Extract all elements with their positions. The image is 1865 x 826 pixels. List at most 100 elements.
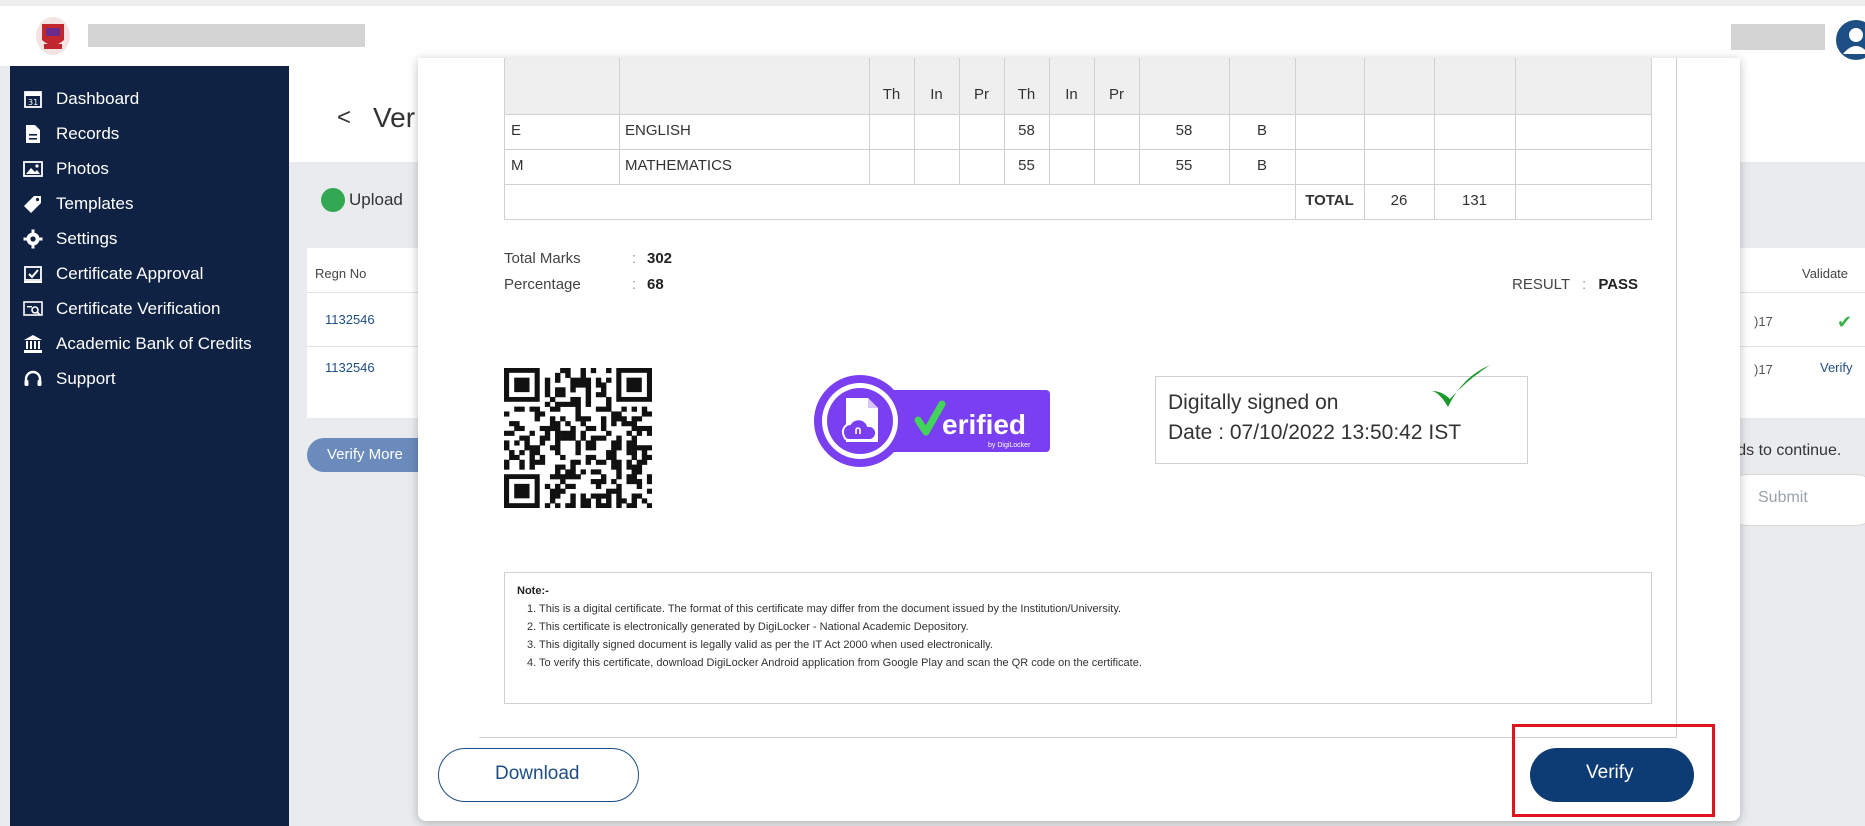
certificate-document: Th In Pr Th In Pr E ENGLISH 58 58 B M MA… [479,58,1677,738]
total-credits: 26 [1390,192,1408,209]
regn-no-cell[interactable]: 1132546 [325,360,375,375]
table-rule [619,58,620,184]
sidebar-item-photos[interactable]: Photos [10,154,289,184]
subject-grade: B [1256,122,1267,139]
upload-status-dot-icon [321,188,345,212]
sidebar-item-support[interactable]: Support [10,364,289,394]
result-value: PASS [1598,276,1639,293]
subhead-in: In [930,86,943,103]
subhead-pr: Pr [974,86,989,103]
year-cell: )17 [1754,314,1773,329]
table-rule [505,114,1651,115]
redacted-institution-name [88,24,365,47]
institution-logo-icon [36,17,70,55]
sidebar-item-certificate-verification[interactable]: Certificate Verification [10,294,289,324]
sidebar-item-settings[interactable]: Settings [10,224,289,254]
note-line: 2. This certificate is electronically ge… [527,621,969,633]
column-header-validate: Validate [1802,266,1849,281]
qr-code-icon [504,368,652,508]
gear-icon [22,228,44,250]
column-header-regn-no: Regn No [315,266,367,281]
colon-separator: : [1581,276,1587,293]
marks-table: Th In Pr Th In Pr E ENGLISH 58 58 B M MA… [504,58,1652,220]
sidebar-item-label: Certificate Approval [56,264,204,283]
subhead-in: In [1065,86,1078,103]
sidebar-item-label: Records [56,124,120,143]
download-button[interactable]: Download [438,748,639,802]
table-rule [1515,58,1516,219]
photo-icon [22,158,44,180]
upload-step-label: Upload [349,190,403,209]
sidebar: 31 Dashboard Records Photos Templates Se… [10,66,289,826]
subhead-th: Th [882,86,901,103]
verified-by-digilocker-badge-icon: erified by DigiLocker [814,375,1050,467]
signature-valid-check-icon [1432,365,1490,407]
subject-total: 55 [1175,157,1193,174]
top-header [0,0,1865,66]
total-marks-value: 302 [647,250,673,267]
theory-marks: 55 [1018,157,1035,174]
subject-total: 58 [1175,122,1193,139]
regn-no-cell[interactable]: 1132546 [325,312,375,327]
signed-date-text: Date : 07/10/2022 13:50:42 IST [1168,421,1462,444]
sidebar-item-academic-bank-of-credits[interactable]: Academic Bank of Credits [10,329,289,359]
sidebar-item-label: Settings [56,229,118,248]
percentage-value: 68 [647,276,664,293]
year-cell: )17 [1754,362,1773,377]
subject-code: E [511,122,522,139]
note-title: Note:- [517,585,549,597]
sidebar-item-label: Academic Bank of Credits [56,334,252,353]
note-line: 3. This digitally signed document is leg… [527,639,993,651]
submit-button[interactable]: Submit [1721,474,1865,526]
result-label: RESULT [1512,276,1570,293]
headset-icon [22,368,44,390]
table-rule [914,58,915,184]
verify-button-highlight [1512,724,1715,817]
colon-separator: : [632,276,637,293]
badge-subtext: by DigiLocker [988,442,1031,449]
subhead-th: Th [1017,86,1036,103]
verification-icon [22,298,44,320]
total-points: 131 [1461,192,1488,209]
total-marks-label: Total Marks [504,250,581,267]
subject-name: ENGLISH [625,122,691,139]
document-icon [22,123,44,145]
table-rule [505,219,1651,220]
tag-icon [22,193,44,215]
subject-code: M [511,157,524,174]
table-rule [1049,58,1050,184]
sidebar-item-records[interactable]: Records [10,119,289,149]
sidebar-item-label: Templates [56,194,134,213]
row-verify-link[interactable]: Verify [1820,360,1853,375]
note-line: 4. To verify this certificate, download … [527,657,1142,669]
calendar-icon: 31 [22,88,44,110]
badge-text: erified [942,409,1026,440]
colon-separator: : [632,250,637,267]
sidebar-item-certificate-approval[interactable]: Certificate Approval [10,259,289,289]
continue-instruction-text: ords to continue. [1723,442,1842,459]
signed-on-text: Digitally signed on [1168,391,1339,414]
sidebar-item-templates[interactable]: Templates [10,189,289,219]
digital-signature-box: Digitally signed on Date : 07/10/2022 13… [1155,365,1528,464]
back-chevron-icon[interactable]: < [337,104,351,132]
sidebar-item-dashboard[interactable]: 31 Dashboard [10,84,289,114]
table-rule [505,149,1651,150]
sidebar-item-label: Certificate Verification [56,299,221,318]
sidebar-item-label: Photos [56,159,109,178]
bank-icon [22,333,44,355]
redacted-user-name[interactable] [1731,24,1825,50]
table-rule [505,184,1651,185]
user-avatar-icon[interactable] [1836,20,1865,60]
percentage-label: Percentage [504,276,581,293]
page-title: Ver [373,102,416,133]
certificate-preview-modal: Th In Pr Th In Pr E ENGLISH 58 58 B M MA… [418,58,1740,821]
subject-name: MATHEMATICS [625,157,732,174]
sidebar-item-label: Support [56,369,116,388]
certificate-notes: Note:- 1. This is a digital certificate.… [504,572,1652,704]
result-line: RESULT : PASS [1512,276,1638,293]
table-rule [1094,58,1095,184]
subhead-pr: Pr [1109,86,1124,103]
validated-check-icon: ✔ [1837,312,1853,332]
note-line: 1. This is a digital certificate. The fo… [527,603,1122,615]
svg-text:31: 31 [28,98,38,107]
